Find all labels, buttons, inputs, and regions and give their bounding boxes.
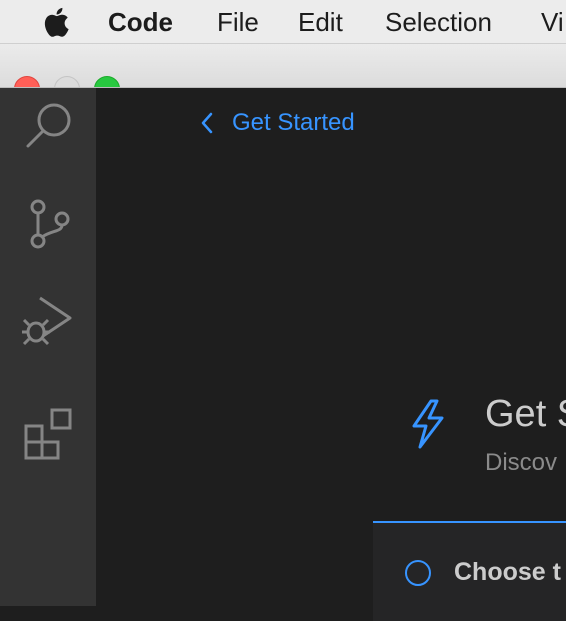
lightning-icon xyxy=(412,399,444,449)
extensions-icon xyxy=(24,408,72,460)
menu-edit[interactable]: Edit xyxy=(298,7,343,37)
get-started-editor: Get Started Get S Discov Choose t xyxy=(96,88,566,621)
menu-view[interactable]: Vi xyxy=(541,7,564,37)
chevron-left-icon xyxy=(201,112,213,134)
menu-selection[interactable]: Selection xyxy=(385,7,492,37)
page-subtitle: Discov xyxy=(485,449,558,476)
back-to-get-started-link[interactable]: Get Started xyxy=(196,106,355,140)
menu-app-name[interactable]: Code xyxy=(108,7,173,37)
menu-file[interactable]: File xyxy=(217,7,259,37)
activity-bar xyxy=(0,88,96,606)
menu-bar: Code File Edit Selection Vi xyxy=(0,0,566,44)
window-minimize-button[interactable] xyxy=(54,76,80,87)
apple-icon[interactable] xyxy=(40,5,70,39)
activity-run-debug-button[interactable] xyxy=(0,280,96,376)
activity-source-control-button[interactable] xyxy=(0,184,96,280)
run-debug-icon xyxy=(22,296,72,346)
activity-extensions-button[interactable] xyxy=(0,376,96,472)
window-zoom-button[interactable] xyxy=(94,76,120,87)
window-titlebar xyxy=(0,44,566,88)
back-link-label: Get Started xyxy=(232,109,355,136)
step-status-circle-icon xyxy=(405,560,431,586)
source-control-icon xyxy=(30,199,70,249)
search-icon xyxy=(26,103,71,148)
page-title: Get S xyxy=(485,393,566,435)
walkthrough-step-card[interactable]: Choose t xyxy=(373,521,566,621)
window-close-button[interactable] xyxy=(14,76,40,87)
activity-search-button[interactable] xyxy=(0,88,96,184)
step-label: Choose t xyxy=(454,558,561,586)
